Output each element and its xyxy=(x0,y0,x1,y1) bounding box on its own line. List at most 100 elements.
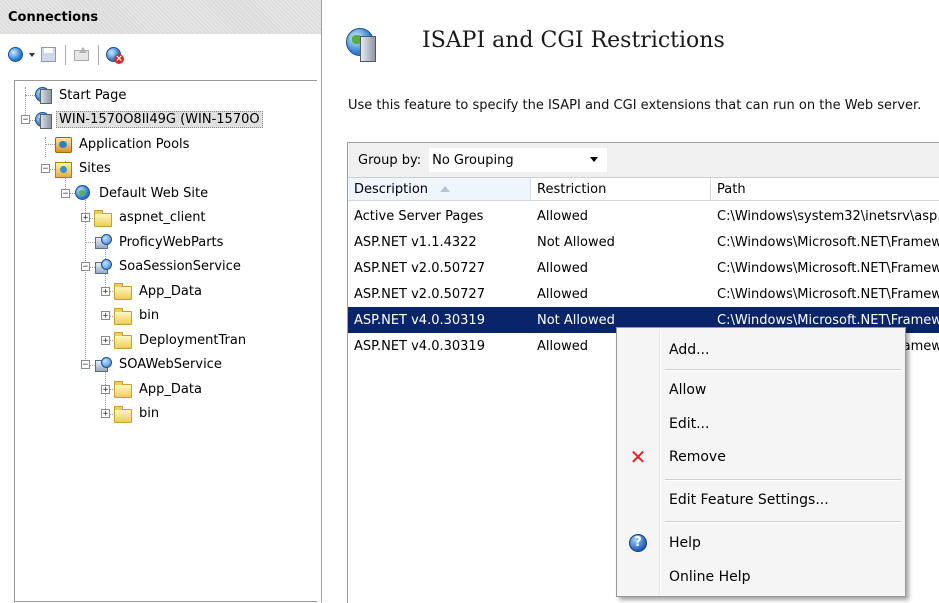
globe-server-icon xyxy=(34,87,52,104)
menu-item-label: Add... xyxy=(669,342,710,358)
tree-node[interactable]: Start Page xyxy=(21,84,129,106)
column-header-path[interactable]: Path xyxy=(711,178,939,200)
cell-description: ASP.NET v4.0.30319 xyxy=(354,312,485,328)
group-by-bar: Group by: No Grouping xyxy=(348,143,939,178)
folder-icon xyxy=(114,307,132,325)
table-row[interactable]: Active Server Pages Allowed C:\Windows\sys… xyxy=(348,203,939,229)
menu-item-allow[interactable]: Allow xyxy=(619,376,903,404)
menu-item-edit[interactable]: Edit... xyxy=(619,410,903,438)
cell-description: ASP.NET v4.0.30319 xyxy=(354,338,485,354)
collapse-icon[interactable]: − xyxy=(41,164,50,174)
column-headers: Description Restriction Path xyxy=(348,178,939,201)
folder-icon xyxy=(114,332,132,349)
context-menu: Add... Allow Edit... ✕ Remove Edit Featu… xyxy=(616,327,906,597)
column-header-restriction[interactable]: Restriction xyxy=(531,178,711,200)
cell-path: C:\Windows\Microsoft.NET\Framework xyxy=(717,260,939,276)
menu-item-edit-feature-settings[interactable]: Edit Feature Settings... xyxy=(619,486,903,514)
menu-item-label: Online Help xyxy=(669,569,751,585)
expand-icon[interactable]: + xyxy=(81,213,90,223)
collapse-icon[interactable]: − xyxy=(61,188,70,198)
connect-globe-icon[interactable] xyxy=(8,46,26,64)
connect-dropdown-icon[interactable] xyxy=(29,53,35,57)
group-by-select[interactable]: No Grouping xyxy=(429,148,608,172)
tree-node-label: WIN-1570O8II49G (WIN-1570O xyxy=(56,111,263,128)
collapse-icon[interactable]: − xyxy=(81,262,90,272)
tree-node[interactable]: − SoaSessionService xyxy=(81,256,244,278)
disconnect-icon[interactable]: × xyxy=(106,46,124,64)
menu-item-label: Remove xyxy=(669,449,726,465)
table-row[interactable]: ASP.NET v2.0.50727 Allowed C:\Windows\Micr… xyxy=(348,281,939,307)
expand-icon[interactable]: + xyxy=(101,286,110,296)
tree-node-label: SOAWebService xyxy=(119,357,222,372)
group-by-value: No Grouping xyxy=(432,152,514,168)
remove-x-icon: ✕ xyxy=(629,445,647,469)
connections-pane: Connections × Start Page − WIN-1570O8II49G… xyxy=(0,0,322,602)
cell-restriction: Allowed xyxy=(537,260,588,276)
expand-icon[interactable]: + xyxy=(101,311,110,321)
connections-tree: Start Page − WIN-1570O8II49G (WIN-1570O App… xyxy=(14,80,317,602)
column-header-description[interactable]: Description xyxy=(348,178,531,200)
expand-icon[interactable]: + xyxy=(101,335,110,345)
menu-item-online-help[interactable]: Online Help xyxy=(619,563,903,591)
menu-item-add[interactable]: Add... xyxy=(619,336,903,364)
tree-node[interactable]: + DeploymentTran xyxy=(101,329,249,351)
web-app-icon xyxy=(94,234,112,250)
tree-node[interactable]: + bin xyxy=(101,403,162,425)
save-icon[interactable] xyxy=(40,46,58,64)
cell-path: C:\Windows\Microsoft.NET\Framework64 xyxy=(717,286,939,302)
sort-ascending-icon xyxy=(440,186,451,192)
tree-node[interactable]: + bin xyxy=(101,305,162,327)
menu-item-label: Allow xyxy=(669,382,707,398)
globe-server-icon xyxy=(34,111,52,129)
menu-separator xyxy=(665,521,901,523)
cell-description: ASP.NET v2.0.50727 xyxy=(354,260,485,276)
collapse-icon[interactable]: − xyxy=(81,360,90,370)
page-title: ISAPI and CGI Restrictions xyxy=(422,28,725,53)
group-by-label: Group by: xyxy=(358,152,422,168)
folder-up-icon[interactable] xyxy=(73,46,91,64)
tree-node-label: Application Pools xyxy=(79,136,190,152)
toolbar-separator xyxy=(98,45,99,65)
tree-node-label: bin xyxy=(139,308,160,323)
tree-node[interactable]: − SOAWebService xyxy=(81,354,225,376)
tree-node-label: DeploymentTran xyxy=(139,332,247,348)
menu-item-remove[interactable]: ✕ Remove xyxy=(619,443,903,471)
menu-item-label: Edit... xyxy=(669,416,710,432)
tree-node[interactable]: − WIN-1570O8II49G (WIN-1570O xyxy=(21,109,263,131)
collapse-icon[interactable]: − xyxy=(21,115,30,125)
tree-node[interactable]: + App_Data xyxy=(101,378,205,400)
tree-node-label: Default Web Site xyxy=(99,185,209,201)
cell-description: ASP.NET v2.0.50727 xyxy=(354,286,485,302)
table-row[interactable]: ASP.NET v1.1.4322 Not Allowed C:\Windows\M… xyxy=(348,229,939,255)
folder-icon xyxy=(114,381,132,398)
tree-node-label: ProficyWebParts xyxy=(119,234,224,250)
tree-node-label: SoaSessionService xyxy=(119,259,241,274)
web-app-icon xyxy=(94,258,112,275)
column-header-label: Restriction xyxy=(537,181,607,197)
cell-restriction: Allowed xyxy=(537,208,588,224)
cell-restriction: Not Allowed xyxy=(537,234,615,250)
help-icon: ? xyxy=(629,534,647,552)
expand-icon[interactable]: + xyxy=(101,409,110,419)
expand-icon[interactable]: + xyxy=(101,384,110,394)
menu-item-help[interactable]: ? Help xyxy=(619,529,903,557)
table-row[interactable]: ASP.NET v2.0.50727 Allowed C:\Windows\Micr… xyxy=(348,255,939,281)
app-pools-icon xyxy=(54,136,72,153)
connections-toolbar: × xyxy=(0,34,321,76)
tree-node-label: aspnet_client xyxy=(119,210,206,225)
tree-node[interactable]: + aspnet_client xyxy=(81,207,209,229)
tree-node[interactable]: − Default Web Site xyxy=(61,182,211,204)
cell-description: ASP.NET v1.1.4322 xyxy=(354,234,477,250)
tree-node[interactable]: Application Pools xyxy=(41,133,192,155)
sites-icon xyxy=(54,161,72,178)
menu-separator xyxy=(665,369,901,371)
tree-node[interactable]: ProficyWebParts xyxy=(81,231,226,253)
tree-node-label: Sites xyxy=(79,161,111,176)
tree-node-label: Start Page xyxy=(59,87,127,103)
tree-node[interactable]: − Sites xyxy=(41,158,114,180)
folder-icon xyxy=(94,209,112,227)
cell-description: Active Server Pages xyxy=(354,208,484,224)
connections-header: Connections xyxy=(0,0,321,34)
column-header-label: Path xyxy=(717,181,746,197)
tree-node[interactable]: + App_Data xyxy=(101,280,205,302)
